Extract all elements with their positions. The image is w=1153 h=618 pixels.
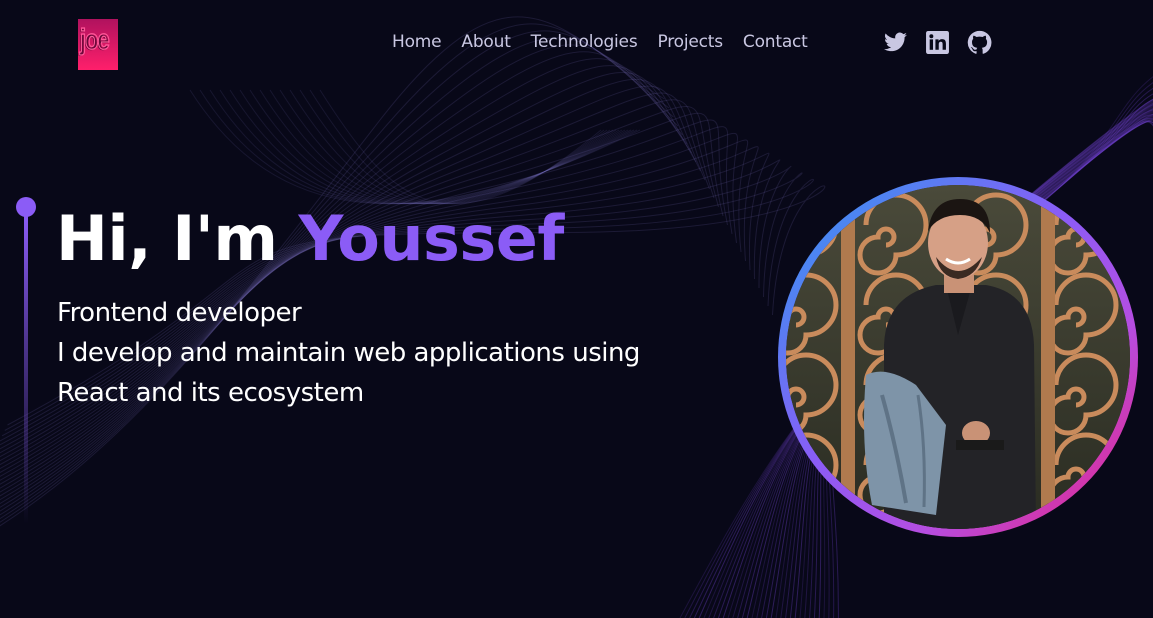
profile-photo [786, 185, 1130, 529]
github-icon[interactable] [967, 30, 992, 55]
timeline-line [24, 214, 28, 524]
twitter-icon[interactable] [883, 30, 908, 55]
background-wave-line [0, 30, 670, 520]
linkedin-icon[interactable] [925, 30, 950, 55]
background-wave-line [0, 23, 665, 523]
nav-about[interactable]: About [461, 32, 510, 52]
site-logo[interactable]: joe joe [78, 19, 118, 70]
hero-line-description-1: I develop and maintain web applications … [57, 338, 640, 368]
portfolio-page: joe joe Home About Technologies Projects… [0, 0, 1153, 618]
profile-photo-illustration [786, 185, 1130, 529]
nav-technologies[interactable]: Technologies [531, 32, 638, 52]
hero-name: Youssef [298, 202, 565, 275]
nav-projects[interactable]: Projects [657, 32, 723, 52]
logo-text-outline: joe [80, 23, 111, 57]
background-wave-line [0, 16, 661, 527]
nav-home[interactable]: Home [392, 32, 442, 52]
nav-contact[interactable]: Contact [743, 32, 808, 52]
main-nav: Home About Technologies Projects Contact [392, 32, 808, 52]
hero-greeting: Hi, I'm [56, 202, 299, 275]
hero-line-role: Frontend developer [57, 298, 302, 328]
hero-line-description-2: React and its ecosystem [57, 378, 364, 408]
social-links [883, 30, 992, 55]
background-wave-line [209, 89, 635, 205]
hero-heading: Hi, I'm Youssef [56, 196, 564, 282]
profile-picture-frame [778, 177, 1138, 537]
background-wave-line [189, 89, 641, 205]
hero-description: Frontend developer I develop and maintai… [57, 293, 640, 413]
background-wave-line [0, 37, 674, 516]
